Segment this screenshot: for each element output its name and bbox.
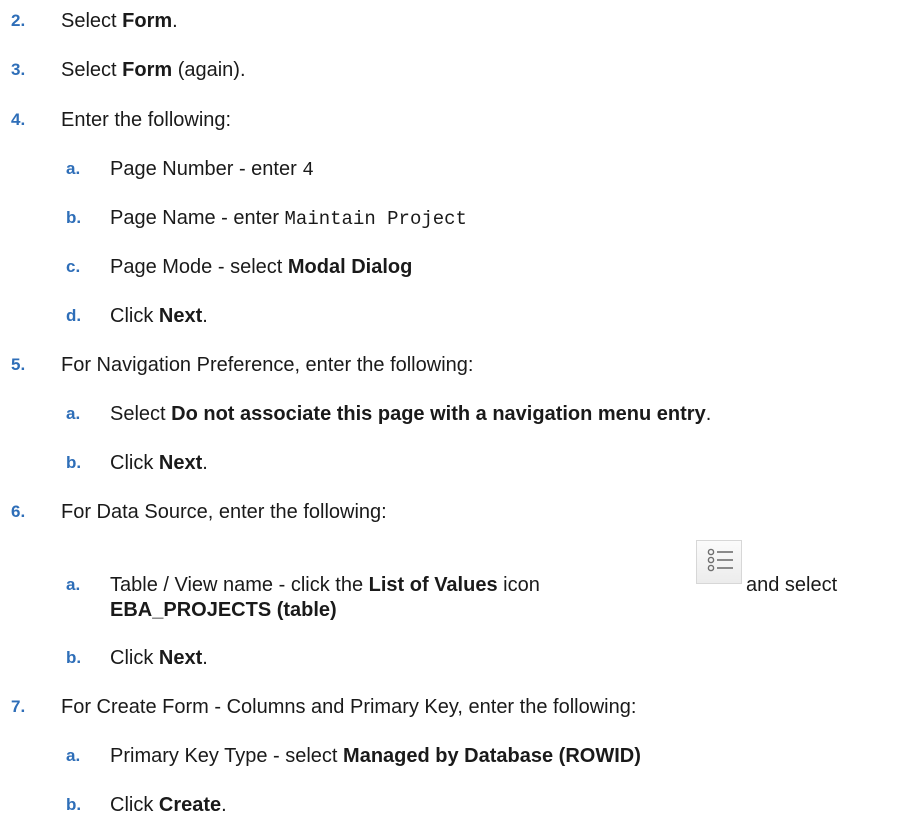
substep-letter: b.	[66, 453, 82, 472]
step-number: 5.	[11, 355, 26, 374]
substep-letter: a.	[66, 159, 81, 178]
step-number: 3.	[11, 60, 26, 79]
step-number: 7.	[11, 697, 26, 716]
substep-text: Click Next.	[110, 647, 208, 669]
substep-text: Page Mode - select Modal Dialog	[110, 256, 413, 278]
substep-letter: a.	[66, 746, 81, 765]
substep-text: Click Next.	[110, 452, 208, 474]
step-text: For Data Source, enter the following:	[61, 501, 387, 523]
substep-text-line2: EBA_PROJECTS (table)	[110, 599, 337, 621]
step-text: Enter the following:	[61, 109, 232, 131]
substep-letter: c.	[66, 257, 81, 276]
list-of-values-icon	[696, 540, 742, 584]
step-number: 6.	[11, 502, 26, 521]
substep-text: Click Create.	[110, 794, 227, 816]
substep-letter: b.	[66, 795, 82, 814]
substep-text: Page Name - enter Maintain Project	[110, 207, 467, 230]
substep-text: Primary Key Type - select Managed by Dat…	[110, 745, 641, 767]
step-text: Select Form (again).	[61, 59, 246, 81]
substep-letter: a.	[66, 575, 81, 594]
substep-letter: b.	[66, 648, 82, 667]
step-text: For Navigation Preference, enter the fol…	[61, 354, 474, 376]
substep-text: Click Next.	[110, 305, 208, 327]
step-number: 2.	[11, 11, 26, 30]
substep-text-line1: Table / View name - click the List of Va…	[110, 574, 540, 596]
substep-letter: b.	[66, 208, 82, 227]
step-text: For Create Form - Columns and Primary Ke…	[61, 696, 637, 718]
substep-letter: d.	[66, 306, 82, 325]
substep-text: Page Number - enter 4	[110, 158, 314, 181]
substep-letter: a.	[66, 404, 81, 423]
step-number: 4.	[11, 110, 26, 129]
substep-text: Select Do not associate this page with a…	[110, 403, 712, 425]
substep-text-line1-end: and select	[746, 574, 838, 596]
step-text: Select Form.	[61, 10, 178, 32]
